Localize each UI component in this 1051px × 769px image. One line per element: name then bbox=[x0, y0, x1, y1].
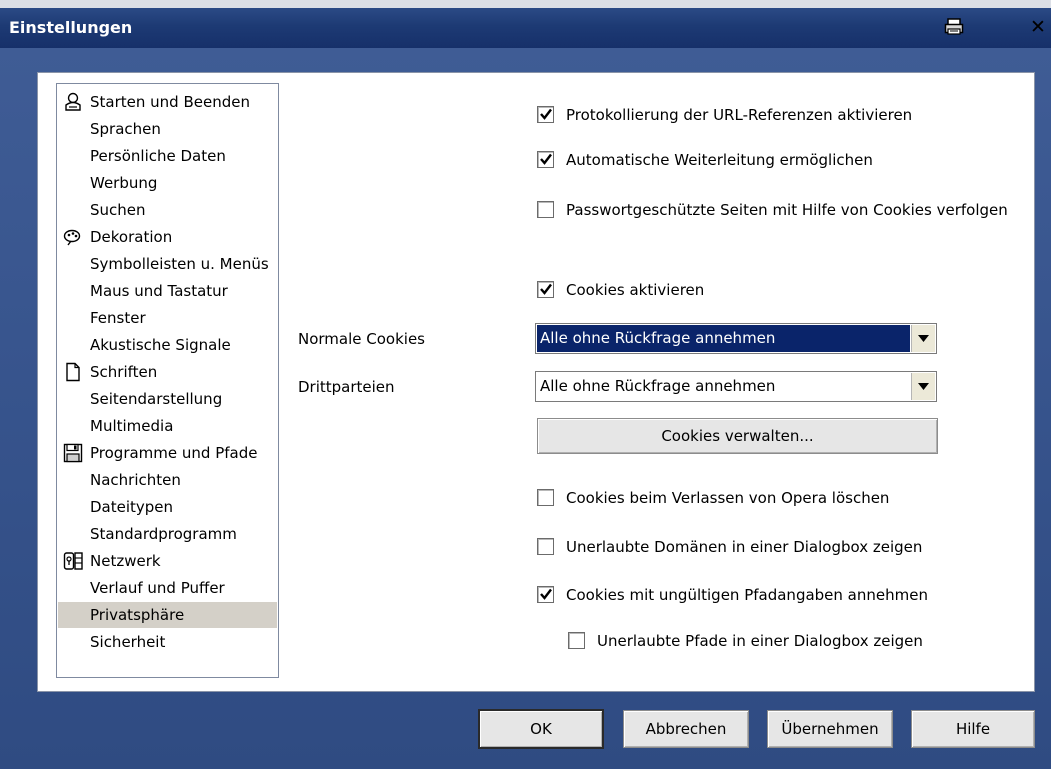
auto-redirect-label: Automatische Weiterleitung ermöglichen bbox=[566, 151, 873, 169]
password-cookies-label: Passwortgeschützte Seiten mit Hilfe von … bbox=[566, 201, 1008, 219]
document-icon bbox=[63, 362, 83, 382]
sidebar-item-starten-und-beenden[interactable]: Starten und Beenden bbox=[58, 89, 277, 115]
sidebar-item-label: Schriften bbox=[90, 363, 158, 381]
show-forbidden-domains-label: Unerlaubte Domänen in einer Dialogbox ze… bbox=[566, 538, 923, 556]
sidebar-item-multimedia[interactable]: Multimedia bbox=[58, 413, 277, 439]
sidebar-item-label: Programme und Pfade bbox=[90, 444, 258, 462]
network-lock-icon bbox=[63, 551, 83, 571]
third-party-value: Alle ohne Rückfrage annehmen bbox=[540, 377, 776, 395]
help-label: Hilfe bbox=[955, 720, 991, 738]
password-cookies-checkbox[interactable] bbox=[537, 201, 554, 218]
sidebar-item-label: Starten und Beenden bbox=[90, 93, 250, 111]
manage-cookies-button[interactable]: Cookies verwalten... bbox=[537, 418, 938, 454]
third-party-select[interactable]: Alle ohne Rückfrage annehmen bbox=[535, 371, 937, 402]
sidebar-item-privatsphaere[interactable]: Privatsphäre bbox=[58, 602, 277, 628]
sidebar-item-suchen[interactable]: Suchen bbox=[58, 197, 277, 223]
chevron-down-icon[interactable] bbox=[911, 373, 935, 400]
sidebar-item-label: Seitendarstellung bbox=[90, 390, 223, 408]
log-referrers-checkbox[interactable] bbox=[537, 106, 554, 123]
sidebar-item-akustische-signale[interactable]: Akustische Signale bbox=[58, 332, 277, 358]
sidebar-item-label: Netzwerk bbox=[90, 552, 161, 570]
ok-label: OK bbox=[530, 720, 552, 738]
sidebar-item-label: Privatsphäre bbox=[90, 606, 185, 624]
sidebar-item-symbolleisten[interactable]: Symbolleisten u. Menüs bbox=[58, 251, 277, 277]
window-title: Einstellungen bbox=[9, 18, 133, 37]
sidebar-item-label: Verlauf und Puffer bbox=[90, 579, 225, 597]
normal-cookies-value: Alle ohne Rückfrage annehmen bbox=[537, 325, 910, 352]
manage-cookies-label: Cookies verwalten... bbox=[661, 427, 814, 445]
sidebar-item-dateitypen[interactable]: Dateitypen bbox=[58, 494, 277, 520]
floppy-disk-icon bbox=[63, 443, 83, 463]
accept-invalid-paths-label: Cookies mit ungültigen Pfadangaben anneh… bbox=[566, 586, 928, 604]
enable-cookies-checkbox[interactable] bbox=[537, 281, 554, 298]
sidebar-item-werbung[interactable]: Werbung bbox=[58, 170, 277, 196]
sidebar-item-label: Nachrichten bbox=[90, 471, 181, 489]
delete-on-exit-checkbox[interactable] bbox=[537, 489, 554, 506]
sidebar-item-fenster[interactable]: Fenster bbox=[58, 305, 277, 331]
sidebar-item-label: Akustische Signale bbox=[90, 336, 231, 354]
auto-redirect-checkbox[interactable] bbox=[537, 151, 554, 168]
sidebar-item-label: Fenster bbox=[90, 309, 146, 327]
sidebar-item-seitendarstellung[interactable]: Seitendarstellung bbox=[58, 386, 277, 412]
normal-cookies-select[interactable]: Alle ohne Rückfrage annehmen bbox=[535, 323, 937, 354]
cancel-label: Abbrechen bbox=[645, 720, 727, 738]
sidebar-item-nachrichten[interactable]: Nachrichten bbox=[58, 467, 277, 493]
sidebar-item-persoenliche-daten[interactable]: Persönliche Daten bbox=[58, 143, 277, 169]
ok-button[interactable]: OK bbox=[478, 709, 604, 749]
sidebar-item-label: Multimedia bbox=[90, 417, 174, 435]
show-forbidden-domains-checkbox[interactable] bbox=[537, 538, 554, 555]
sidebar-item-standardprogramm[interactable]: Standardprogramm bbox=[58, 521, 277, 547]
sidebar-item-sicherheit[interactable]: Sicherheit bbox=[58, 629, 277, 655]
sidebar-item-label: Dekoration bbox=[90, 228, 173, 246]
third-party-label: Drittparteien bbox=[298, 378, 395, 396]
sidebar-item-label: Persönliche Daten bbox=[90, 147, 226, 165]
title-bar: Einstellungen ✕ bbox=[0, 8, 1051, 48]
sidebar-item-label: Standardprogramm bbox=[90, 525, 237, 543]
sidebar-item-label: Symbolleisten u. Menüs bbox=[90, 255, 269, 273]
show-forbidden-paths-checkbox[interactable] bbox=[568, 632, 585, 649]
sidebar-item-sprachen[interactable]: Sprachen bbox=[58, 116, 277, 142]
sidebar-item-programme-und-pfade[interactable]: Programme und Pfade bbox=[58, 440, 277, 466]
sidebar-item-label: Dateitypen bbox=[90, 498, 174, 516]
sidebar-item-verlauf-und-puffer[interactable]: Verlauf und Puffer bbox=[58, 575, 277, 601]
log-referrers-label: Protokollierung der URL-Referenzen aktiv… bbox=[566, 106, 913, 124]
cancel-button[interactable]: Abbrechen bbox=[623, 710, 749, 748]
power-person-icon bbox=[63, 92, 83, 112]
sidebar-item-maus-und-tastatur[interactable]: Maus und Tastatur bbox=[58, 278, 277, 304]
close-icon[interactable]: ✕ bbox=[1030, 16, 1046, 38]
sidebar-item-label: Suchen bbox=[90, 201, 146, 219]
accept-invalid-paths-checkbox[interactable] bbox=[537, 586, 554, 603]
normal-cookies-label: Normale Cookies bbox=[298, 330, 425, 348]
show-forbidden-paths-label: Unerlaubte Pfade in einer Dialogbox zeig… bbox=[597, 632, 923, 650]
sidebar-item-label: Maus und Tastatur bbox=[90, 282, 228, 300]
sidebar-item-label: Werbung bbox=[90, 174, 158, 192]
help-button[interactable]: Hilfe bbox=[911, 710, 1035, 748]
sidebar-item-label: Sprachen bbox=[90, 120, 161, 138]
apply-label: Übernehmen bbox=[781, 720, 879, 738]
sidebar-item-label: Sicherheit bbox=[90, 633, 166, 651]
delete-on-exit-label: Cookies beim Verlassen von Opera löschen bbox=[566, 489, 890, 507]
chevron-down-icon[interactable] bbox=[911, 325, 935, 352]
sidebar-item-netzwerk[interactable]: Netzwerk bbox=[58, 548, 277, 574]
enable-cookies-label: Cookies aktivieren bbox=[566, 281, 705, 299]
print-icon[interactable] bbox=[944, 18, 964, 36]
sidebar-item-dekoration[interactable]: Dekoration bbox=[58, 224, 277, 250]
category-list: Starten und Beenden Sprachen Persönliche… bbox=[56, 83, 279, 678]
decoration-icon bbox=[63, 227, 83, 247]
sidebar-item-schriften[interactable]: Schriften bbox=[58, 359, 277, 385]
apply-button[interactable]: Übernehmen bbox=[767, 710, 893, 748]
